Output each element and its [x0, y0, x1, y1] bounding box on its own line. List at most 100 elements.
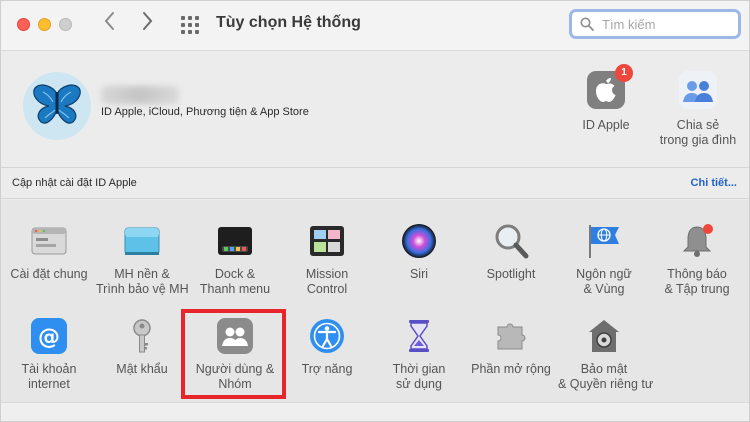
language-region-icon: [585, 222, 623, 260]
notifications-icon: [678, 222, 716, 260]
pref-label: Người dùng & Nhóm: [189, 362, 281, 392]
pref-label-line1: Người dùng &: [195, 362, 275, 376]
svg-text:@: @: [38, 325, 60, 350]
pref-label-line1: Phần mở rộng: [471, 362, 551, 376]
pref-label: Phần mở rộng: [465, 362, 557, 377]
pref-label-line2: Control: [306, 282, 348, 296]
pref-label-line1: Ngôn ngữ: [576, 267, 632, 281]
general-icon: [30, 222, 68, 260]
update-text: Cập nhật cài đặt ID Apple: [12, 177, 137, 189]
pref-extensions[interactable]: Phần mở rộng: [465, 317, 557, 377]
apple-id-update-bar: Cập nhật cài đặt ID Apple Chi tiết...: [1, 167, 749, 199]
search-placeholder: Tìm kiếm: [602, 17, 656, 32]
pref-label: Mật khẩu: [96, 362, 188, 377]
pref-label: Spotlight: [465, 267, 557, 282]
screen-time-icon: [400, 317, 438, 355]
pref-language-region[interactable]: Ngôn ngữ & Vùng: [558, 222, 650, 297]
search-field[interactable]: Tìm kiếm: [569, 9, 741, 39]
pref-label: Ngôn ngữ & Vùng: [558, 267, 650, 297]
dock-icon: [216, 222, 254, 260]
family-sharing-label-line2: trong gia đình: [659, 133, 737, 147]
users-groups-icon: [216, 317, 254, 355]
extensions-icon: [492, 317, 530, 355]
spotlight-icon: [492, 222, 530, 260]
apple-id-subtitle: ID Apple, iCloud, Phương tiện & App Stor…: [101, 106, 309, 118]
window-bottom-strip: [1, 402, 749, 421]
preferences-grid: Cài đặt chung MH nền & Trình bảo vệ MH D…: [1, 200, 749, 402]
pref-label: Trợ năng: [281, 362, 373, 377]
pref-label: Thời gian sử dụng: [373, 362, 465, 392]
pref-label: MH nền & Trình bảo vệ MH: [96, 267, 189, 297]
pref-label-line2: & Quyền riêng tư: [558, 377, 654, 391]
pref-label-line1: Siri: [409, 267, 429, 281]
pref-label-line1: Spotlight: [486, 267, 536, 281]
pref-label-line2: Thanh menu: [199, 282, 271, 296]
pref-dock-menubar[interactable]: Dock & Thanh menu: [189, 222, 281, 297]
pref-label-line1: Bảo mật: [580, 362, 628, 376]
pref-mission-control[interactable]: Mission Control: [281, 222, 373, 297]
pref-users-groups[interactable]: Người dùng & Nhóm: [189, 317, 281, 392]
back-button[interactable]: [98, 11, 120, 37]
butterfly-icon: [33, 84, 81, 124]
apple-id-icon: 1: [586, 64, 633, 110]
notification-badge: 1: [615, 64, 633, 82]
pref-label-line1: Mật khẩu: [116, 362, 168, 376]
accessibility-icon: [308, 317, 346, 355]
avatar[interactable]: [23, 72, 91, 140]
forward-button[interactable]: [137, 11, 159, 37]
pref-apple-id[interactable]: 1 ID Apple: [561, 64, 651, 133]
pref-security-privacy[interactable]: Bảo mật & Quyền riêng tư: [558, 317, 654, 392]
pref-label: Siri: [373, 267, 465, 282]
pref-label-line1: Tài khoản: [21, 362, 77, 376]
family-sharing-label-line1: Chia sẻ: [676, 118, 720, 132]
family-sharing-icon: [678, 70, 718, 110]
pref-desktop-screensaver[interactable]: MH nền & Trình bảo vệ MH: [96, 222, 189, 297]
pref-label-line2: sử dụng: [396, 377, 442, 391]
security-privacy-icon: [585, 317, 623, 355]
desktop-screensaver-icon: [123, 222, 161, 260]
chevron-left-icon: [104, 12, 114, 30]
pref-siri[interactable]: Siri: [373, 222, 465, 282]
pref-screen-time[interactable]: Thời gian sử dụng: [373, 317, 465, 392]
pref-label-line1: Dock &: [214, 267, 256, 281]
pref-label-line1: Trợ năng: [301, 362, 353, 376]
pref-label: Dock & Thanh menu: [189, 267, 281, 297]
pref-label: Mission Control: [281, 267, 373, 297]
pref-accessibility[interactable]: Trợ năng: [281, 317, 373, 377]
minimize-window-button[interactable]: [38, 18, 51, 31]
pref-spotlight[interactable]: Spotlight: [465, 222, 557, 282]
pref-label-line1: MH nền &: [114, 267, 170, 281]
apple-id-label: ID Apple: [582, 118, 630, 132]
toolbar: Tùy chọn Hệ thống Tìm kiếm: [1, 1, 749, 51]
internet-accounts-icon: @: [30, 317, 68, 355]
close-window-button[interactable]: [17, 18, 30, 31]
pref-label-line2: & Tập trung: [664, 282, 730, 296]
family-sharing-label: Chia sẻ trong gia đình: [653, 118, 743, 148]
pref-label-line1: Thời gian: [392, 362, 446, 376]
pref-notifications-focus[interactable]: Thông báo & Tập trung: [651, 222, 743, 297]
pref-label: Bảo mật & Quyền riêng tư: [558, 362, 654, 392]
pref-general[interactable]: Cài đặt chung: [3, 222, 95, 282]
blurred-user-name: [101, 86, 179, 104]
show-all-grid-button[interactable]: [181, 16, 199, 34]
details-link[interactable]: Chi tiết...: [691, 177, 737, 189]
pref-label: Tài khoản internet: [3, 362, 95, 392]
window-title: Tùy chọn Hệ thống: [216, 14, 361, 31]
pref-label-line1: Thông báo: [667, 267, 727, 281]
pref-label-line2: internet: [28, 377, 70, 391]
siri-icon: [400, 222, 438, 260]
pref-label: Cài đặt chung: [3, 267, 95, 282]
pref-family-sharing[interactable]: Chia sẻ trong gia đình: [653, 70, 743, 148]
pref-label-line2: & Vùng: [583, 282, 625, 296]
passwords-icon: [123, 317, 161, 355]
pref-label-line2: Nhóm: [218, 377, 252, 391]
search-icon: [580, 17, 594, 31]
chevron-right-icon: [143, 12, 153, 30]
pref-internet-accounts[interactable]: @ Tài khoản internet: [3, 317, 95, 392]
pref-label-line1: Cài đặt chung: [10, 267, 88, 281]
mission-control-icon: [308, 222, 346, 260]
pref-label-line1: Mission: [305, 267, 349, 281]
zoom-window-button[interactable]: [59, 18, 72, 31]
pref-label-line2: Trình bảo vệ MH: [96, 282, 189, 296]
pref-passwords[interactable]: Mật khẩu: [96, 317, 188, 377]
